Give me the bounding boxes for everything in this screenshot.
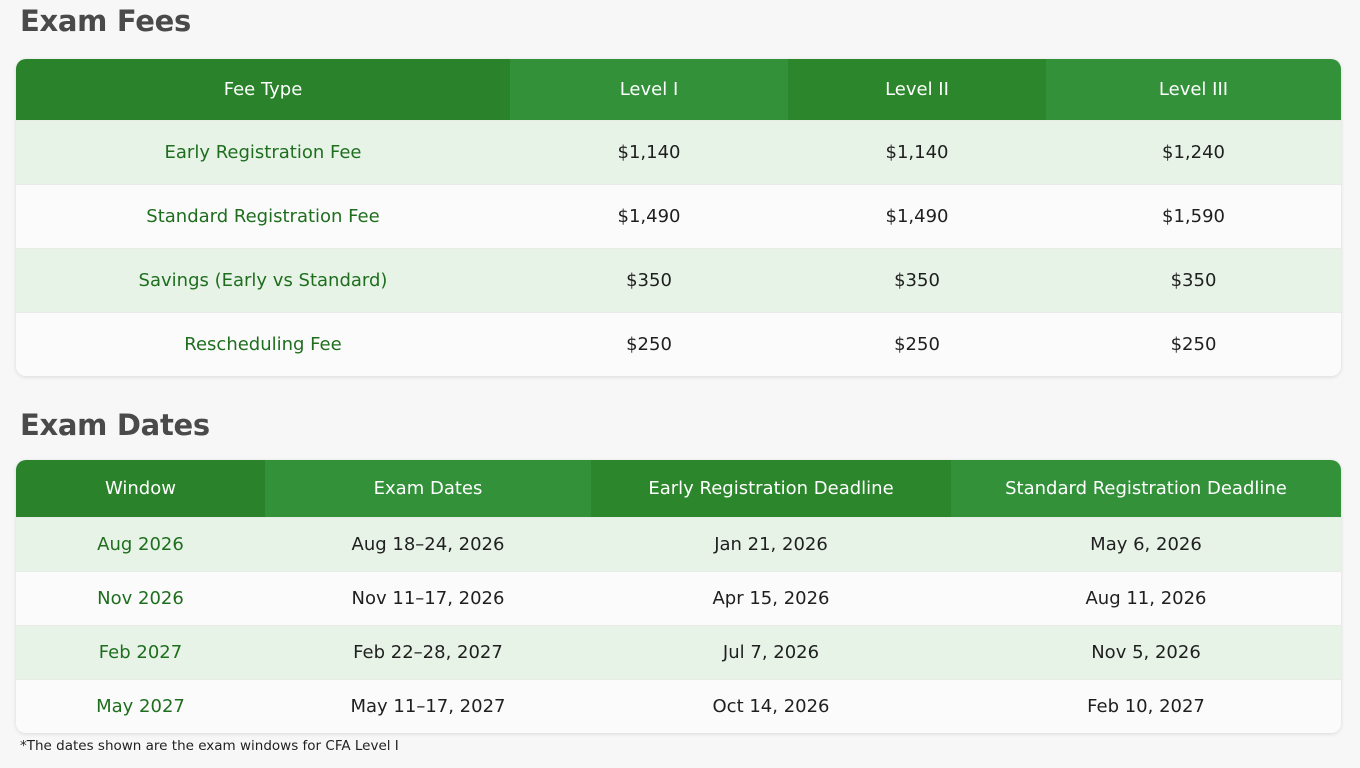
level-3-fee-cell: $1,240 bbox=[1046, 120, 1341, 185]
level-3-fee-cell: $350 bbox=[1046, 248, 1341, 313]
header-early-deadline: Early Registration Deadline bbox=[591, 460, 951, 518]
header-window: Window bbox=[16, 460, 265, 518]
exam-dates-table: Window Exam Dates Early Registration Dea… bbox=[16, 460, 1341, 733]
standard-deadline-cell: Nov 5, 2026 bbox=[951, 625, 1341, 680]
table-row: Standard Registration Fee $1,490 $1,490 … bbox=[16, 184, 1341, 249]
level-3-fee-cell: $1,590 bbox=[1046, 184, 1341, 249]
fee-type-cell: Savings (Early vs Standard) bbox=[16, 248, 510, 313]
exam-dates-cell: Feb 22–28, 2027 bbox=[265, 625, 591, 680]
level-1-fee-cell: $1,490 bbox=[510, 184, 788, 249]
table-row: Rescheduling Fee $250 $250 $250 bbox=[16, 312, 1341, 376]
exam-dates-cell: Aug 18–24, 2026 bbox=[265, 517, 591, 572]
fee-type-cell: Early Registration Fee bbox=[16, 120, 510, 185]
exam-fees-card: Fee Type Level I Level II Level III Earl… bbox=[16, 59, 1341, 376]
early-deadline-cell: Jul 7, 2026 bbox=[591, 625, 951, 680]
level-2-fee-cell: $250 bbox=[788, 312, 1046, 376]
exam-fees-title: Exam Fees bbox=[20, 4, 191, 38]
early-deadline-cell: Oct 14, 2026 bbox=[591, 679, 951, 733]
header-level-3: Level III bbox=[1046, 59, 1341, 121]
table-row: Feb 2027 Feb 22–28, 2027 Jul 7, 2026 Nov… bbox=[16, 625, 1341, 680]
header-standard-deadline: Standard Registration Deadline bbox=[951, 460, 1341, 518]
fee-type-cell: Standard Registration Fee bbox=[16, 184, 510, 249]
header-exam-dates: Exam Dates bbox=[265, 460, 591, 518]
header-fee-type: Fee Type bbox=[16, 59, 510, 121]
level-2-fee-cell: $1,140 bbox=[788, 120, 1046, 185]
early-deadline-cell: Apr 15, 2026 bbox=[591, 571, 951, 626]
level-2-fee-cell: $1,490 bbox=[788, 184, 1046, 249]
level-1-fee-cell: $1,140 bbox=[510, 120, 788, 185]
exam-dates-card: Window Exam Dates Early Registration Dea… bbox=[16, 460, 1341, 733]
table-header-row: Fee Type Level I Level II Level III bbox=[16, 59, 1341, 121]
header-level-1: Level I bbox=[510, 59, 788, 121]
standard-deadline-cell: Aug 11, 2026 bbox=[951, 571, 1341, 626]
table-row: Nov 2026 Nov 11–17, 2026 Apr 15, 2026 Au… bbox=[16, 571, 1341, 626]
window-cell: Aug 2026 bbox=[16, 517, 265, 572]
standard-deadline-cell: Feb 10, 2027 bbox=[951, 679, 1341, 733]
footnote: *The dates shown are the exam windows fo… bbox=[20, 738, 399, 754]
level-1-fee-cell: $250 bbox=[510, 312, 788, 376]
exam-dates-cell: Nov 11–17, 2026 bbox=[265, 571, 591, 626]
exam-dates-title: Exam Dates bbox=[20, 408, 210, 442]
exam-dates-cell: May 11–17, 2027 bbox=[265, 679, 591, 733]
window-cell: Feb 2027 bbox=[16, 625, 265, 680]
table-row: May 2027 May 11–17, 2027 Oct 14, 2026 Fe… bbox=[16, 679, 1341, 733]
standard-deadline-cell: May 6, 2026 bbox=[951, 517, 1341, 572]
early-deadline-cell: Jan 21, 2026 bbox=[591, 517, 951, 572]
table-row: Savings (Early vs Standard) $350 $350 $3… bbox=[16, 248, 1341, 313]
window-cell: May 2027 bbox=[16, 679, 265, 733]
table-row: Early Registration Fee $1,140 $1,140 $1,… bbox=[16, 120, 1341, 185]
level-3-fee-cell: $250 bbox=[1046, 312, 1341, 376]
table-header-row: Window Exam Dates Early Registration Dea… bbox=[16, 460, 1341, 518]
exam-fees-table: Fee Type Level I Level II Level III Earl… bbox=[16, 59, 1341, 376]
level-1-fee-cell: $350 bbox=[510, 248, 788, 313]
fee-type-cell: Rescheduling Fee bbox=[16, 312, 510, 376]
window-cell: Nov 2026 bbox=[16, 571, 265, 626]
level-2-fee-cell: $350 bbox=[788, 248, 1046, 313]
table-row: Aug 2026 Aug 18–24, 2026 Jan 21, 2026 Ma… bbox=[16, 517, 1341, 572]
header-level-2: Level II bbox=[788, 59, 1046, 121]
